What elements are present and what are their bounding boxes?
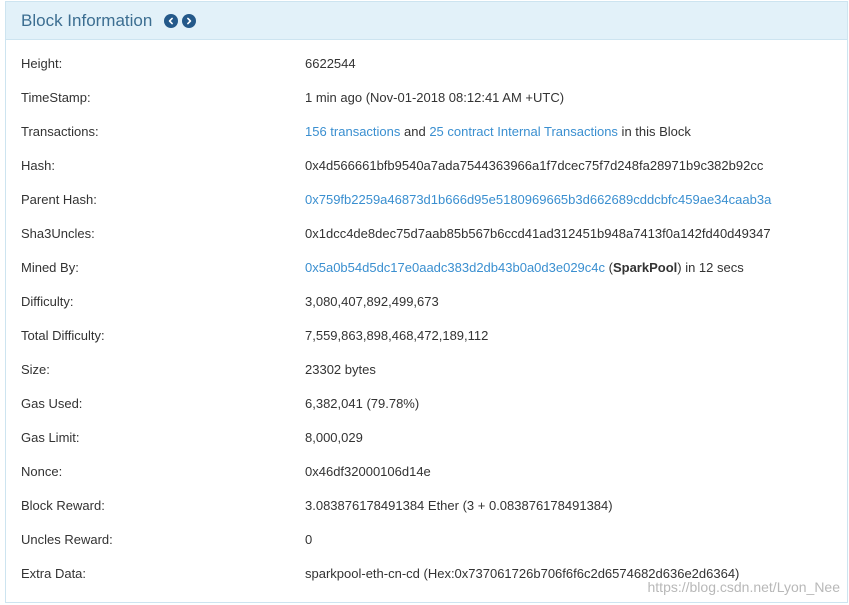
chevron-left-circle-icon[interactable] [164, 14, 179, 28]
row-value: 6622544 [305, 55, 356, 71]
row-value: 3.083876178491384 Ether (3 + 0.083876178… [305, 497, 613, 513]
miner-name: SparkPool [612, 259, 678, 275]
info-row-sha3uncles: Sha3Uncles: 0x1dcc4de8dec75d7aab85b567b6c… [6, 216, 847, 250]
miner-address-link[interactable]: 0x5a0b54d5dc17e0aadc383d2db43b0a0d3e029c… [305, 260, 605, 275]
info-row-mined-by: Mined By: 0x5a0b54d5dc17e0aadc383d2db43b0… [6, 250, 847, 284]
value-text: and [400, 123, 430, 139]
row-label: Parent Hash: [21, 191, 97, 207]
row-value: 0 [305, 531, 313, 547]
info-row-gas-limit: Gas Limit: 8,000,029 [6, 420, 847, 454]
info-row-nonce: Nonce: 0x46df32000106d14e [6, 454, 847, 488]
transactions-link[interactable]: 156 transactions [305, 124, 400, 139]
row-label: Sha3Uncles: [21, 225, 95, 241]
block-info-table: Height: 6622544 TimeStamp: 1 min ago (Nov-… [6, 40, 847, 590]
block-info-panel: Block Information Height: 6622544 TimeSta… [5, 1, 848, 603]
row-value: 6,382,041 (79.78%) [305, 395, 420, 411]
row-value: 7,559,863,898,468,472,189,112 [305, 327, 489, 343]
info-row-total-difficulty: Total Difficulty: 7,559,863,898,468,472,1… [6, 318, 847, 352]
chevron-right-circle-icon[interactable] [182, 14, 197, 28]
row-value: 0x759fb2259a46873d1b666d95e5180969665b3d… [305, 192, 771, 207]
row-label: Size: [21, 361, 50, 377]
row-value: 0x1dcc4de8dec75d7aab85b567b6ccd41ad31245… [305, 225, 771, 241]
row-label: Total Difficulty: [21, 327, 105, 343]
row-label: Gas Limit: [21, 429, 80, 445]
row-value: 1 min ago (Nov-01-2018 08:12:41 AM +UTC) [305, 89, 565, 105]
row-label: Gas Used: [21, 395, 83, 411]
panel-title: Block Information [21, 10, 153, 30]
row-value: 156 transactions and 25 contract Interna… [305, 124, 691, 139]
watermark-text: https://blog.csdn.net/Lyon_Nee [647, 579, 841, 595]
row-value: 23302 bytes [305, 361, 376, 377]
row-label: TimeStamp: [21, 89, 91, 105]
row-label: Block Reward: [21, 497, 105, 513]
value-text: ) in 12 secs [677, 259, 744, 275]
info-row-gas-used: Gas Used: 6,382,041 (79.78%) [6, 386, 847, 420]
info-row-transactions: Transactions: 156 transactions and 25 con… [6, 114, 847, 148]
row-label: Transactions: [21, 123, 99, 139]
row-label: Difficulty: [21, 293, 74, 309]
info-row-block-reward: Block Reward: 3.083876178491384 Ether (3 … [6, 488, 847, 522]
info-row-difficulty: Difficulty: 3,080,407,892,499,673 [6, 284, 847, 318]
row-value: 8,000,029 [305, 429, 363, 445]
info-row-parent-hash: Parent Hash: 0x759fb2259a46873d1b666d95e5… [6, 182, 847, 216]
row-value: 0x4d566661bfb9540a7ada7544363966a1f7dcec… [305, 157, 764, 173]
value-text: ( [605, 259, 613, 275]
row-label: Hash: [21, 157, 55, 173]
row-value: 0x46df32000106d14e [305, 463, 431, 479]
panel-header: Block Information [6, 2, 847, 40]
row-label: Extra Data: [21, 565, 87, 581]
row-label: Nonce: [21, 463, 63, 479]
row-value: 0x5a0b54d5dc17e0aadc383d2db43b0a0d3e029c… [305, 260, 744, 275]
info-row-height: Height: 6622544 [6, 46, 847, 80]
row-label: Mined By: [21, 259, 79, 275]
info-row-hash: Hash: 0x4d566661bfb9540a7ada7544363966a1f… [6, 148, 847, 182]
row-value: 3,080,407,892,499,673 [305, 293, 439, 309]
info-row-uncles-reward: Uncles Reward: 0 [6, 522, 847, 556]
block-nav [164, 14, 197, 28]
info-row-size: Size: 23302 bytes [6, 352, 847, 386]
row-label: Uncles Reward: [21, 531, 113, 547]
row-label: Height: [21, 55, 63, 71]
value-text: in this Block [617, 123, 691, 139]
parent-hash-link[interactable]: 0x759fb2259a46873d1b666d95e5180969665b3d… [305, 192, 771, 207]
info-row-timestamp: TimeStamp: 1 min ago (Nov-01-2018 08:12:4… [6, 80, 847, 114]
internal-transactions-link[interactable]: 25 contract Internal Transactions [429, 124, 618, 139]
